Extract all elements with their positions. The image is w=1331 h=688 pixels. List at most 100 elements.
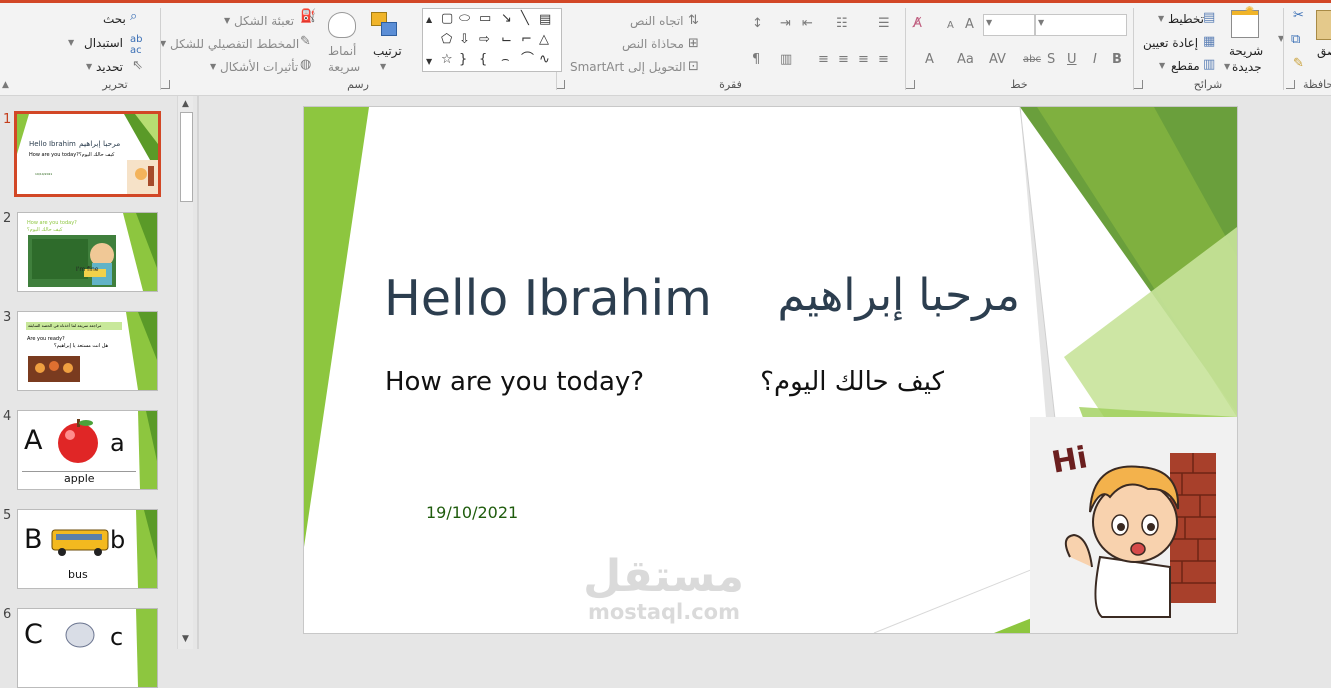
slide-title-ar[interactable]: مرحبا إبراهيم xyxy=(734,270,1020,321)
line-spacing-icon[interactable]: ↕ xyxy=(752,16,763,31)
layout-icon[interactable]: ▤ xyxy=(1203,10,1215,25)
char-spacing-icon[interactable]: AV xyxy=(989,52,1006,67)
text-direction-button[interactable]: اتجاه النص xyxy=(630,14,684,28)
find-icon[interactable]: ⌕ xyxy=(130,9,137,24)
quick-styles-label-2[interactable]: سريعة xyxy=(328,60,360,74)
layout-dropdown-icon[interactable]: ▼ xyxy=(1158,14,1164,23)
paragraph-launcher-icon[interactable] xyxy=(556,80,565,89)
curve-shape-icon[interactable]: ∿ xyxy=(539,53,550,67)
gallery-scroll-up-icon[interactable]: ▲ xyxy=(426,13,432,27)
slide-thumbnail-4[interactable]: A a apple xyxy=(17,410,158,490)
brace-shape-icon[interactable]: ⌢ xyxy=(501,53,510,67)
cut-icon[interactable]: ✂ xyxy=(1293,8,1304,23)
align-text-icon[interactable]: ⊞ xyxy=(688,36,699,51)
increase-indent-icon[interactable]: ⇥ xyxy=(780,16,791,31)
shape-effects-button[interactable]: تأثيرات الأشكال xyxy=(220,60,298,74)
slide-thumbnail-3[interactable]: مراجعة سريعة لما أخذناه في الحصة السابقة… xyxy=(17,311,158,391)
font-name-box[interactable] xyxy=(1035,14,1127,36)
arrow-shape-icon[interactable]: ↘ xyxy=(501,12,512,26)
star-shape-icon[interactable]: ☆ xyxy=(441,53,453,67)
slide-subtitle-ar[interactable]: كيف حالك اليوم؟ xyxy=(734,367,944,397)
elbow-shape-icon[interactable]: ⌙ xyxy=(501,33,512,47)
arrange-icon[interactable] xyxy=(371,12,397,36)
rtl-icon[interactable]: ¶ xyxy=(752,52,760,67)
thumbnails-scrollbar[interactable]: ▲ ▼ xyxy=(177,96,193,649)
paste-icon[interactable] xyxy=(1316,10,1331,40)
slides-launcher-icon[interactable] xyxy=(1134,80,1143,89)
select-icon[interactable]: ⇖ xyxy=(132,58,143,73)
copy-icon[interactable]: ⧉ xyxy=(1291,32,1300,47)
connector-shape-icon[interactable]: ⌐ xyxy=(521,33,532,47)
justify-icon[interactable]: ≡ xyxy=(818,52,829,67)
gallery-more-icon[interactable]: ▼ xyxy=(426,55,432,69)
find-button[interactable]: بحث xyxy=(103,12,126,26)
columns-icon[interactable]: ▥ xyxy=(780,52,792,67)
shape-fill-dropdown-icon[interactable]: ▼ xyxy=(224,16,230,25)
reset-icon[interactable]: ▦ xyxy=(1203,34,1215,49)
section-dropdown-icon[interactable]: ▼ xyxy=(1159,61,1165,70)
left-brace-shape-icon[interactable]: { xyxy=(479,53,487,67)
select-dropdown-icon[interactable]: ▼ xyxy=(86,62,92,71)
quick-styles-label[interactable]: أنماط xyxy=(328,44,356,58)
paste-label[interactable]: لصق xyxy=(1317,44,1331,58)
font-color-icon[interactable]: A xyxy=(925,52,934,67)
scrollbar-thumb[interactable] xyxy=(180,112,193,202)
new-slide-label-2[interactable]: جديدة xyxy=(1232,60,1262,74)
textbox-shape-icon[interactable]: ▤ xyxy=(539,13,551,27)
smartart-button[interactable]: التحويل إلى SmartArt xyxy=(570,60,686,74)
section-icon[interactable]: ▥ xyxy=(1203,57,1215,72)
format-painter-icon[interactable]: ✎ xyxy=(1293,56,1304,71)
slide-thumbnail-1[interactable]: Hello Ibrahim مرحبا إبراهيم How are you … xyxy=(14,111,161,197)
drawing-launcher-icon[interactable] xyxy=(161,80,170,89)
text-direction-icon[interactable]: ⇅ xyxy=(688,13,699,28)
font-name-dropdown-icon[interactable]: ▼ xyxy=(1038,18,1044,27)
clear-format-icon[interactable]: A̸ xyxy=(913,16,922,31)
change-case-icon[interactable]: Aa xyxy=(957,52,974,67)
align-text-button[interactable]: محاذاة النص xyxy=(622,37,684,51)
bold-icon[interactable]: B xyxy=(1112,52,1122,67)
shape-effects-icon[interactable]: ◍ xyxy=(300,57,311,72)
replace-icon[interactable]: ab ac xyxy=(130,34,142,56)
underline-icon[interactable]: U xyxy=(1067,52,1077,67)
align-center-icon[interactable]: ≡ xyxy=(858,52,869,67)
rectangle-shape-icon[interactable]: ▭ xyxy=(479,12,491,26)
section-button[interactable]: مقطع xyxy=(1171,59,1200,73)
reset-button[interactable]: إعادة تعيين xyxy=(1143,36,1198,50)
replace-button[interactable]: استبدال xyxy=(84,36,123,50)
align-left-icon[interactable]: ≡ xyxy=(838,52,849,67)
slide-canvas[interactable]: Hello Ibrahim مرحبا إبراهيم How are you … xyxy=(303,106,1238,634)
bullets-icon[interactable]: ☰ xyxy=(878,16,890,31)
slide-thumbnail-5[interactable]: B b bus xyxy=(17,509,158,589)
shape-outline-icon[interactable]: ✎ xyxy=(300,34,311,49)
grow-font-icon[interactable]: A xyxy=(965,17,974,32)
select-button[interactable]: تحديد xyxy=(96,60,123,74)
slide-date[interactable]: 19/10/2021 xyxy=(426,503,518,522)
shape-outline-button[interactable]: المخطط التفصيلي للشكل xyxy=(170,37,299,51)
line-shape-icon[interactable]: ╲ xyxy=(521,12,529,26)
shape-fill-button[interactable]: تعبئة الشكل xyxy=(234,14,294,28)
hi-sticker-image[interactable]: Hi xyxy=(1030,417,1237,633)
quick-styles-icon[interactable] xyxy=(328,12,356,38)
slide-subtitle-en[interactable]: How are you today? xyxy=(385,367,644,397)
shapes-gallery[interactable]: ▤ ╲ ↘ ▭ ⬭ ▢ △ ⌐ ⌙ ⇨ ⇩ ⬠ ∿ ⌒ ⌢ { } ☆ ▼ ▲ xyxy=(422,8,562,72)
new-slide-label[interactable]: شريحة xyxy=(1229,44,1263,58)
shape-effects-dropdown-icon[interactable]: ▼ xyxy=(210,62,216,71)
align-right-icon[interactable]: ≡ xyxy=(878,52,889,67)
strikethrough-icon[interactable]: abc xyxy=(1023,54,1041,65)
arc-shape-icon[interactable]: ⌒ xyxy=(521,53,534,67)
collapse-ribbon-icon[interactable]: ▲ xyxy=(2,80,9,90)
clipboard-launcher-icon[interactable] xyxy=(1286,80,1295,89)
slide-title-en[interactable]: Hello Ibrahim xyxy=(384,270,712,327)
decrease-indent-icon[interactable]: ⇤ xyxy=(802,16,813,31)
scroll-up-icon[interactable]: ▲ xyxy=(179,98,192,111)
pane-divider[interactable] xyxy=(197,96,199,649)
pentagon-shape-icon[interactable]: ⬠ xyxy=(441,33,452,47)
triangle-shape-icon[interactable]: △ xyxy=(539,33,549,47)
arrange-dropdown-icon[interactable]: ▼ xyxy=(380,62,386,71)
right-brace-shape-icon[interactable]: } xyxy=(459,53,467,67)
layout-button[interactable]: تخطيط xyxy=(1168,12,1204,26)
numbering-icon[interactable]: ☷ xyxy=(836,16,848,31)
font-launcher-icon[interactable] xyxy=(906,80,915,89)
oval-shape-icon[interactable]: ⬭ xyxy=(459,12,470,26)
down-arrow-shape-icon[interactable]: ⇩ xyxy=(459,33,470,47)
